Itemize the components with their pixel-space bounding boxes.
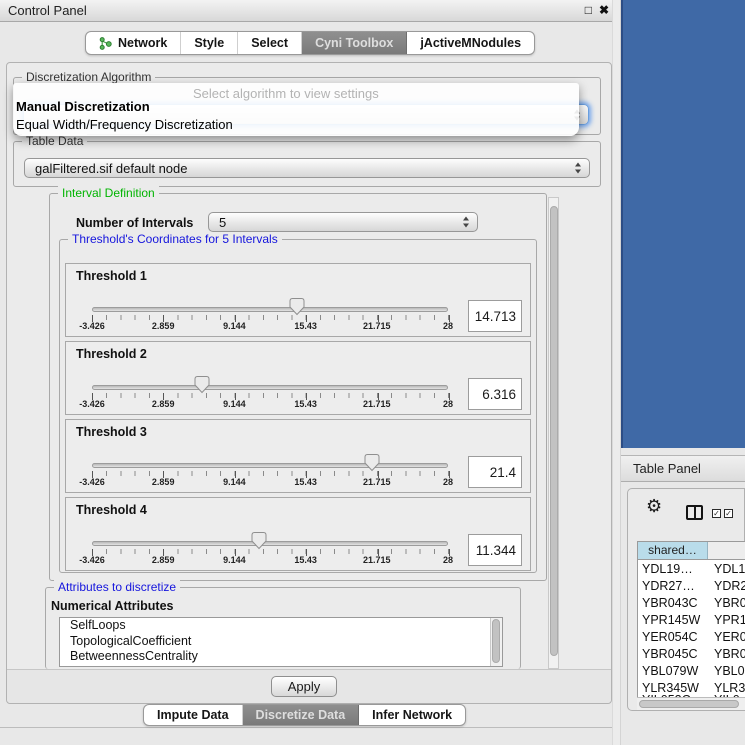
control-panel-tabs: Network Style Select Cyni Toolbox jActiv…	[85, 31, 535, 55]
column-layout-icon[interactable]	[686, 505, 703, 520]
table-panel-title: Table Panel	[633, 456, 701, 482]
threshold-1-box: Threshold 1 -3.426 2.859 9.144 15.43 21.…	[65, 263, 531, 337]
numerical-attributes-label: Numerical Attributes	[51, 599, 173, 613]
group-title: Interval Definition	[58, 186, 159, 200]
tab-style[interactable]: Style	[181, 32, 238, 54]
list-item[interactable]: SelfLoops	[60, 618, 502, 634]
table-row[interactable]: YDR27…YDR2	[638, 578, 745, 595]
group-title: Discretization Algorithm	[22, 70, 155, 84]
algorithm-dropdown-popup: Select algorithm to view settings Manual…	[13, 83, 579, 136]
tab-network[interactable]: Network	[86, 32, 181, 54]
group-title: Table Data	[22, 134, 87, 148]
tick-marks	[92, 393, 449, 398]
group-title: Threshold's Coordinates for 5 Intervals	[68, 232, 282, 246]
list-item[interactable]: TopologicalCoefficient	[60, 634, 502, 650]
panel-scrollbar[interactable]	[548, 197, 559, 669]
tab-discretize-data[interactable]: Discretize Data	[243, 705, 360, 725]
threshold-1-value[interactable]: 14.713	[468, 300, 522, 332]
slider-thumb[interactable]	[363, 453, 381, 472]
option-manual-discretization[interactable]: Manual Discretization	[16, 99, 150, 114]
tab-infer-network[interactable]: Infer Network	[359, 705, 465, 725]
threshold-4-box: Threshold 4 -3.426 2.859 9.144 15.43 21.…	[65, 497, 531, 571]
float-window-icon[interactable]: □	[585, 0, 592, 21]
table-row[interactable]: YDL19…YDL1	[638, 561, 745, 578]
table-data-group: Table Data galFiltered.sif default node	[13, 141, 601, 187]
apply-row: Apply	[7, 669, 611, 703]
cyni-toolbox-panel: Discretization Algorithm Select algorith…	[6, 62, 612, 704]
combo-arrows-icon	[575, 163, 582, 174]
gear-icon[interactable]: ⚙	[646, 496, 662, 517]
tab-select[interactable]: Select	[238, 32, 302, 54]
slider-thumb[interactable]	[288, 297, 306, 316]
threshold-3-value[interactable]: 21.4	[468, 456, 522, 488]
threshold-3-box: Threshold 3 -3.426 2.859 9.144 15.43 21.…	[65, 419, 531, 493]
column-header-shared-name[interactable]: shared…	[638, 542, 708, 559]
tab-jactivemnodules[interactable]: jActiveMNodules	[407, 32, 534, 54]
slider-track[interactable]	[92, 385, 448, 390]
table-header-row: shared… na	[638, 542, 745, 560]
table-panel-body: ⚙ ✓ ✓ shared… na YDL19…YDL1 YDR27…YDR2 Y…	[627, 488, 745, 711]
slider-track[interactable]	[92, 463, 448, 468]
checkbox-icon[interactable]: ✓	[724, 509, 733, 518]
close-icon[interactable]: ✖	[599, 0, 609, 21]
numerical-attributes-list: SelfLoops TopologicalCoefficient Between…	[59, 617, 503, 667]
tick-labels: -3.426 2.859 9.144 15.43 21.715 28	[92, 399, 448, 409]
cyni-bottom-tabs: Impute Data Discretize Data Infer Networ…	[143, 704, 466, 726]
list-item[interactable]: BetweennessCentrality	[60, 649, 502, 665]
tick-marks	[92, 315, 449, 320]
threshold-4-value[interactable]: 11.344	[468, 534, 522, 566]
table-row[interactable]: YBL079WYBL0	[638, 663, 745, 680]
table-panel-titlebar: Table Panel	[621, 455, 745, 482]
table-row[interactable]: YPR145WYPR1	[638, 612, 745, 629]
tick-labels: -3.426 2.859 9.144 15.43 21.715 28	[92, 477, 448, 487]
list-scrollbar[interactable]	[490, 618, 502, 666]
table-horizontal-scrollbar[interactable]	[637, 697, 745, 710]
slider-track[interactable]	[92, 541, 448, 546]
slider-track[interactable]	[92, 307, 448, 312]
tab-impute-data[interactable]: Impute Data	[144, 705, 243, 725]
number-of-intervals-label: Number of Intervals	[76, 216, 193, 230]
slider-thumb[interactable]	[250, 531, 268, 550]
control-panel-window: Control Panel □ ✖ Network Style Select C…	[0, 0, 618, 728]
number-of-intervals-spinner[interactable]: 5	[208, 212, 478, 232]
group-title: Attributes to discretize	[54, 580, 180, 594]
network-view-frame: GAL80 GA C GAL11 GAL4 GCY1 H HAP2	[621, 0, 745, 448]
column-header-name[interactable]: na	[708, 542, 745, 559]
network-icon	[99, 37, 112, 50]
tick-labels: -3.426 2.859 9.144 15.43 21.715 28	[92, 321, 448, 331]
checkbox-icon[interactable]: ✓	[712, 509, 721, 518]
tick-labels: -3.426 2.859 9.144 15.43 21.715 28	[92, 555, 448, 565]
tab-cyni-toolbox[interactable]: Cyni Toolbox	[302, 32, 407, 54]
slider-thumb[interactable]	[193, 375, 211, 394]
option-equal-width-frequency[interactable]: Equal Width/Frequency Discretization	[16, 117, 233, 132]
tick-marks	[92, 471, 449, 476]
panel-title: Control Panel	[8, 0, 87, 21]
threshold-2-box: Threshold 2 -3.426 2.859 9.144 15.43 21.…	[65, 341, 531, 415]
node-attribute-table: shared… na YDL19…YDL1 YDR27…YDR2 YBR043C…	[637, 541, 745, 697]
spinner-arrows-icon	[463, 217, 470, 228]
apply-button[interactable]: Apply	[271, 676, 337, 697]
tick-marks	[92, 549, 449, 554]
table-data-combobox[interactable]: galFiltered.sif default node	[24, 158, 590, 178]
table-row[interactable]: YER054CYER0	[638, 629, 745, 646]
control-panel-titlebar: Control Panel □ ✖	[0, 0, 618, 22]
table-row[interactable]: YBR045CYBR0	[638, 646, 745, 663]
algorithm-placeholder: Select algorithm to view settings	[193, 86, 379, 101]
threshold-2-value[interactable]: 6.316	[468, 378, 522, 410]
table-row[interactable]: YBR043CYBR0	[638, 595, 745, 612]
split-pane-divider[interactable]	[612, 0, 621, 745]
